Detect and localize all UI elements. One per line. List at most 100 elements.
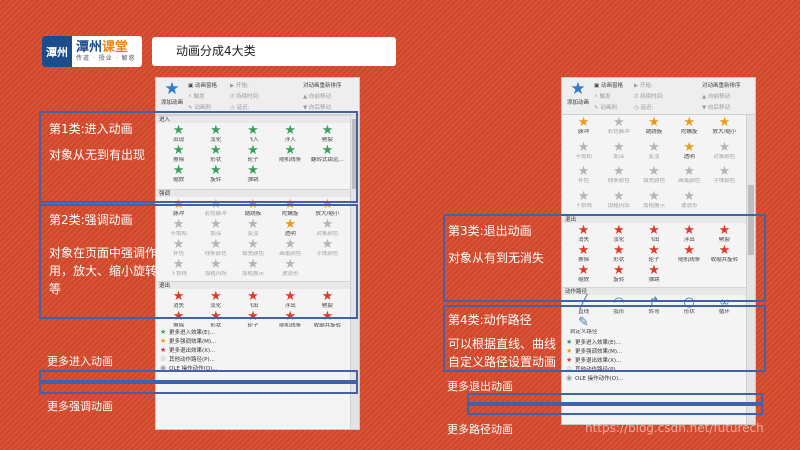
delay-label-right: 延迟: <box>640 105 654 111</box>
start-field-right[interactable]: ▶ 开始: <box>634 81 653 89</box>
effect-label: 波浪形 <box>680 202 698 209</box>
reorder-label-right: 对动画重新排序 <box>702 83 741 89</box>
emph-star-icon: ★ <box>718 164 731 179</box>
effect-item[interactable]: ★ 画笔颜色 <box>672 165 707 185</box>
effect-label: 下划线 <box>575 202 592 209</box>
effect-item[interactable]: ★ 陀螺旋 <box>672 116 707 136</box>
effect-label: 透明 <box>683 153 695 160</box>
effect-item[interactable]: ★ 线条颜色 <box>601 165 636 185</box>
move-earlier-button-right[interactable]: ▲ 向前移动 <box>702 92 730 100</box>
effect-label: 擦除 <box>173 323 185 327</box>
trigger-button-right[interactable]: ⚡ 触发 <box>594 92 611 100</box>
add-animation-button[interactable]: ★ 添加动画 <box>158 79 186 113</box>
more-effects-list: ★ 更多进入效果(E)... ★ 更多强调效果(M)... ★ 更多退出效果(X)... ☆… <box>156 327 350 373</box>
more-effect-item[interactable]: ☆ 其他动作路径(P)... <box>156 355 350 364</box>
effect-item[interactable]: ★ 填充颜色 <box>636 165 671 185</box>
effect-label: 填充颜色 <box>642 178 665 184</box>
duration-label-right: 持续时间: <box>640 94 664 100</box>
more-effect-label: 更多进入效果(E)... <box>169 330 216 336</box>
animation-pane-label-right: 动画窗格 <box>600 83 623 89</box>
emph-star-icon: ★ <box>648 139 660 155</box>
more-path-highlight-box <box>467 404 763 415</box>
effect-item[interactable]: ★ 透明 <box>672 141 707 161</box>
effect-item[interactable]: ★ 放大/缩小 <box>707 116 742 136</box>
emph-star-icon: ★ <box>612 115 625 130</box>
cat3-desc: 对象从有到无消失 <box>448 251 545 265</box>
effect-item[interactable]: ★ 波浪形 <box>672 190 707 210</box>
effect-item[interactable]: ★ 不饱和 <box>566 141 601 161</box>
effect-label: 字体颜色 <box>713 178 736 184</box>
more-enter-highlight-box <box>39 370 358 382</box>
emph-star-icon: ★ <box>577 164 590 179</box>
move-earlier-button[interactable]: ▲ 向前移动 <box>303 92 331 100</box>
trigger-label: 触发 <box>193 94 205 100</box>
more-path-label: 更多路径动画 <box>447 423 513 436</box>
emph-star-icon: ★ <box>718 139 731 155</box>
reorder-label: 对动画重新排序 <box>303 83 342 89</box>
duration-field-right[interactable]: ⏱ 持续时间: <box>634 92 664 101</box>
effect-item[interactable]: ★ 彩色脉冲 <box>601 116 636 136</box>
more-effect-item[interactable]: ★ 更多进入效果(E)... <box>156 328 350 337</box>
duration-field[interactable]: ⏱ 持续时间: <box>230 92 260 101</box>
effect-label: 随机线条 <box>279 323 302 327</box>
emph-star-icon: ★ <box>683 115 696 130</box>
more-effect-label: 更多强调效果(M)... <box>169 339 217 345</box>
effect-item[interactable]: ★ 加粗闪烁 <box>601 190 636 210</box>
more-effect-item[interactable]: ★ 更多强调效果(M)... <box>156 337 350 346</box>
emph-star-icon: ★ <box>577 115 590 130</box>
effect-item[interactable]: ★ 变淡 <box>636 141 671 161</box>
exit-star-icon: ★ <box>160 346 167 354</box>
trigger-button[interactable]: ⚡ 触发 <box>188 92 205 100</box>
effect-item[interactable]: ★ 加粗展示 <box>636 190 671 210</box>
cat1-desc: 对象从无到有出现 <box>49 148 146 162</box>
duration-label: 持续时间: <box>236 94 260 100</box>
add-animation-label-right: 添加动画 <box>566 100 589 106</box>
effect-label: 放大/缩小 <box>712 129 737 135</box>
delay-field[interactable]: ◷ 延迟: <box>230 103 249 111</box>
animation-pane-label: 动画窗格 <box>194 83 217 89</box>
move-later-button[interactable]: ▼ 向后移动 <box>303 103 331 111</box>
emph-star-icon: ★ <box>577 139 590 155</box>
more-effect-item[interactable]: ◉ OLE 操作动作(O)... <box>562 374 746 383</box>
path-star-icon: ☆ <box>160 355 167 363</box>
effect-item[interactable]: ★ 下划线 <box>566 190 601 210</box>
emph-star-icon: ★ <box>612 139 625 155</box>
move-later-label-right: 向后移动 <box>707 105 730 111</box>
effect-label: 线条颜色 <box>607 178 630 184</box>
move-earlier-label-right: 向前移动 <box>707 94 730 100</box>
effect-label: 画笔颜色 <box>678 178 701 184</box>
effect-item[interactable]: ★ 对象颜色 <box>707 141 742 161</box>
emph-star-icon: ★ <box>160 337 167 345</box>
effect-label: 陀螺旋 <box>680 129 698 135</box>
delay-field-right[interactable]: ◷ 延迟: <box>634 103 653 111</box>
effect-label: 加粗闪烁 <box>607 202 630 209</box>
emph-star-icon: ★ <box>683 139 696 155</box>
more-effect-item[interactable]: ★ 更多退出效果(X)... <box>156 346 350 355</box>
more-effect-label: 其他动作路径(P)... <box>169 357 215 363</box>
effect-label: 收缩并旋转 <box>313 323 342 327</box>
ole-icon: ◉ <box>566 374 573 382</box>
emph-star-icon: ★ <box>683 188 696 204</box>
animation-pane-button[interactable]: ▣ 动画窗格 <box>188 81 217 89</box>
effect-label: 变淡 <box>648 153 660 160</box>
effect-item[interactable]: ★ 跷跷板 <box>636 116 671 136</box>
cat1-title: 第1类:进入动画 <box>49 122 133 136</box>
animation-painter-button-right[interactable]: ✎ 动画刷 <box>594 103 617 111</box>
effect-item[interactable]: ★ 加深 <box>601 141 636 161</box>
add-animation-button-right[interactable]: ★ 添加动画 <box>564 79 592 113</box>
effect-item[interactable]: ★ 字体颜色 <box>707 165 742 185</box>
move-later-button-right[interactable]: ▼ 向后移动 <box>702 103 730 111</box>
effect-item[interactable]: ★ 脉冲 <box>566 116 601 136</box>
cat2-desc: 对象在页面中强调作用，放大、缩小旋转等 <box>49 246 158 296</box>
emph-star-icon: ★ <box>612 164 625 179</box>
logo-name-a: 潭州 <box>76 39 103 55</box>
trigger-label-right: 触发 <box>599 94 611 100</box>
emph-star-icon: ★ <box>612 188 625 204</box>
effect-item[interactable]: ★ 补色 <box>566 165 601 185</box>
add-animation-label: 添加动画 <box>160 100 183 106</box>
more-exit-label: 更多退出动画 <box>447 380 513 393</box>
start-field[interactable]: ▶ 开始: <box>230 81 249 89</box>
animation-painter-button[interactable]: ✎ 动画刷 <box>188 103 211 111</box>
animation-pane-button-right[interactable]: ▣ 动画窗格 <box>594 81 623 89</box>
cat4-desc: 可以根据直线、曲线自定义路径设置动画 <box>448 337 557 369</box>
